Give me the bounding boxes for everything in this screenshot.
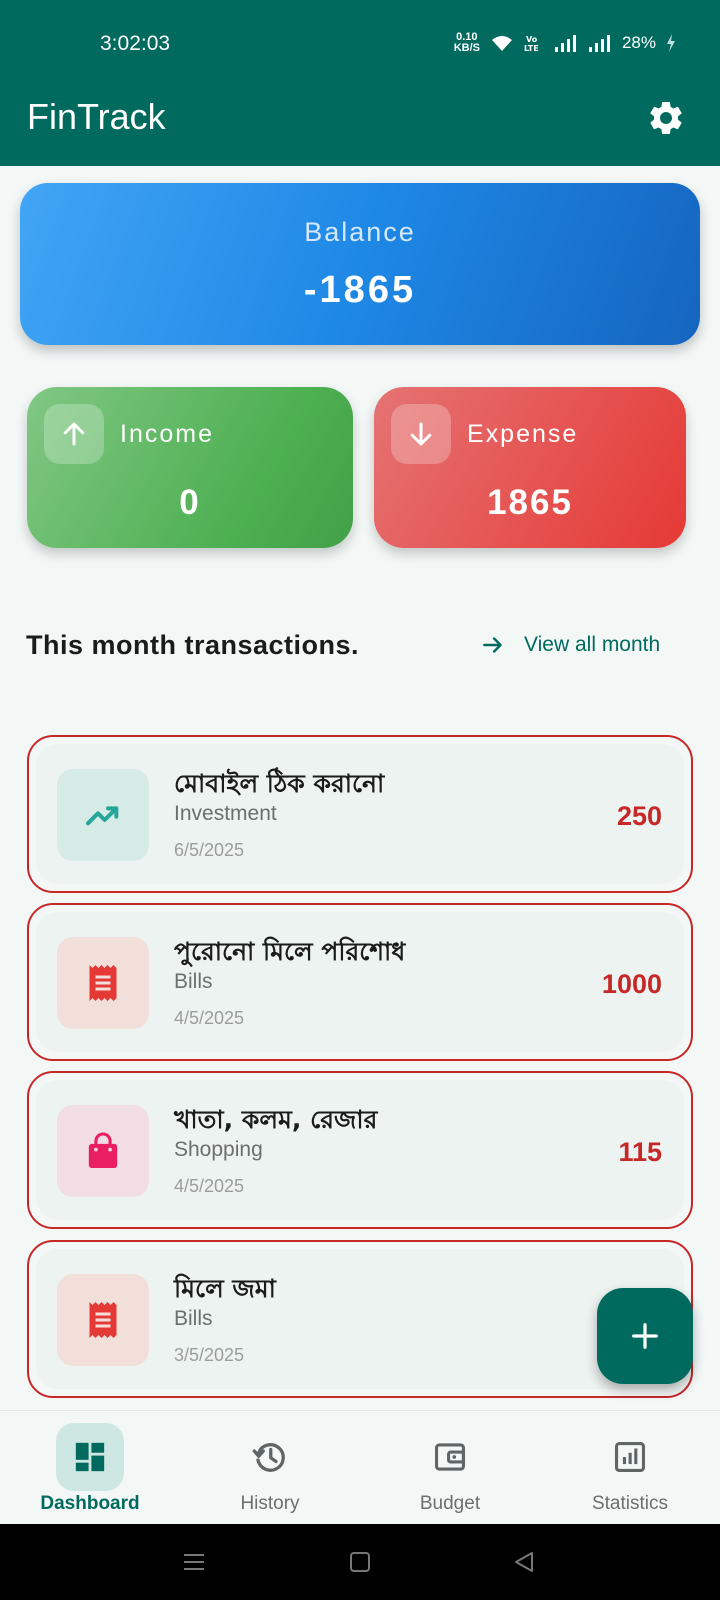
- view-all-month-button[interactable]: View all month: [480, 632, 660, 658]
- menu-icon[interactable]: [182, 1550, 206, 1574]
- income-card: Income 0: [27, 387, 353, 548]
- nav-label: History: [240, 1493, 300, 1514]
- transaction-amount: 1000: [601, 969, 662, 999]
- transaction-category: Investment: [174, 802, 277, 825]
- nav-label: Statistics: [591, 1493, 669, 1514]
- expense-label: Expense: [467, 420, 579, 448]
- income-icon-box: [44, 404, 104, 464]
- balance-value: -1865: [303, 269, 417, 311]
- svg-text:LTE: LTE: [524, 44, 539, 52]
- transaction-icon-box: [57, 1274, 149, 1366]
- volte-icon: Vo LTE: [524, 35, 539, 52]
- net-speed: 0.10 KB/S: [453, 31, 480, 54]
- arrow-down-icon: [410, 422, 432, 446]
- balance-label: Balance: [304, 217, 416, 247]
- expense-value: 1865: [487, 483, 573, 522]
- transaction-title: খাতা, কলম, রেজার: [174, 1105, 378, 1134]
- arrow-up-icon: [63, 422, 85, 446]
- transaction-date: 4/5/2025: [174, 1176, 245, 1196]
- balance-card: Balance -1865: [20, 183, 700, 345]
- signal-icon: [554, 35, 576, 52]
- dashboard-icon: [75, 1442, 105, 1472]
- nav-label: Dashboard: [40, 1493, 140, 1514]
- nav-label: Budget: [419, 1493, 481, 1514]
- battery-level: 28%: [621, 33, 656, 52]
- status-bar: 3:02:03 0.10 KB/S Vo LTE 28%: [0, 0, 720, 90]
- svg-text:Vo: Vo: [526, 35, 538, 44]
- transaction-item[interactable]: পুরোনো মিলে পরিশোধ Bills 4/5/2025 1000: [27, 903, 693, 1061]
- wifi-icon: [491, 36, 512, 51]
- transaction-amount: 250: [616, 801, 662, 831]
- home-icon[interactable]: [348, 1550, 372, 1574]
- transaction-category: Bills: [174, 1307, 213, 1330]
- transaction-date: 4/5/2025: [174, 1008, 245, 1028]
- transaction-title: মোবাইল ঠিক করানো: [174, 769, 385, 798]
- plus-icon: [632, 1323, 658, 1349]
- view-all-month-label: View all month: [524, 633, 661, 656]
- transaction-icon-box: [57, 769, 149, 861]
- receipt-icon: [89, 1302, 117, 1338]
- status-time: 3:02:03: [100, 32, 171, 55]
- income-label: Income: [120, 420, 214, 448]
- shopping-bag-icon: [88, 1132, 118, 1168]
- transaction-category: Bills: [174, 970, 213, 993]
- transaction-date: 3/5/2025: [174, 1345, 245, 1365]
- transaction-item[interactable]: খাতা, কলম, রেজার Shopping 4/5/2025 115: [27, 1071, 693, 1229]
- charging-icon: [667, 34, 675, 52]
- transaction-date: 6/5/2025: [174, 840, 245, 860]
- transaction-icon-box: [57, 937, 149, 1029]
- nav-item-history[interactable]: History: [180, 1411, 360, 1525]
- transaction-title: মিলে জমা: [174, 1274, 276, 1303]
- signal-icon: [588, 35, 610, 52]
- receipt-icon: [89, 965, 117, 1001]
- status-icons: 0.10 KB/S Vo LTE 28%: [454, 32, 676, 54]
- wallet-icon: [434, 1443, 466, 1471]
- transaction-category: Shopping: [174, 1138, 263, 1161]
- income-value: 0: [179, 483, 201, 522]
- expense-card: Expense 1865: [374, 387, 686, 548]
- gear-icon[interactable]: [646, 98, 686, 138]
- app-bar: FinTrack: [0, 90, 720, 166]
- app-title: FinTrack: [27, 96, 166, 137]
- trending-up-icon: [86, 806, 119, 826]
- bottom-nav: Dashboard History Budget Statistics: [0, 1410, 720, 1524]
- add-transaction-button[interactable]: [597, 1288, 693, 1384]
- nav-item-dashboard[interactable]: Dashboard: [0, 1411, 180, 1525]
- expense-icon-box: [391, 404, 451, 464]
- statistics-icon: [614, 1441, 646, 1473]
- nav-item-statistics[interactable]: Statistics: [540, 1411, 720, 1525]
- nav-item-budget[interactable]: Budget: [360, 1411, 540, 1525]
- arrow-right-icon: [483, 637, 502, 653]
- back-icon[interactable]: [512, 1550, 536, 1574]
- transaction-item[interactable]: মিলে জমা Bills 3/5/2025: [27, 1240, 693, 1398]
- history-icon: [252, 1443, 285, 1472]
- system-nav-bar: [0, 1524, 720, 1600]
- transaction-title: পুরোনো মিলে পরিশোধ: [174, 937, 406, 966]
- transaction-item[interactable]: মোবাইল ঠিক করানো Investment 6/5/2025 250: [27, 735, 693, 893]
- transactions-section-title: This month transactions.: [26, 630, 360, 660]
- transaction-icon-box: [57, 1105, 149, 1197]
- transaction-amount: 115: [618, 1137, 662, 1167]
